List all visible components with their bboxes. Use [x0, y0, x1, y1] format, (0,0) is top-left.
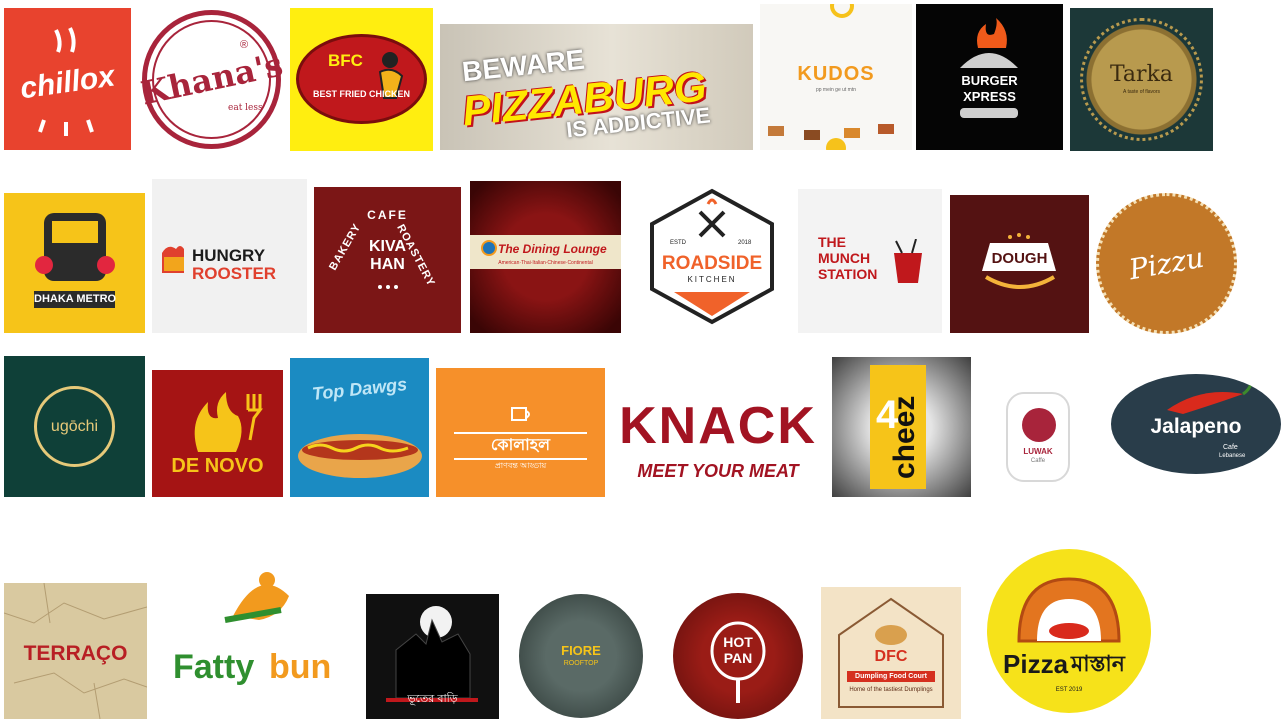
- bfc-name: BEST FRIED CHICKEN: [312, 89, 410, 99]
- kivahan-top: CAFE: [367, 208, 408, 222]
- terraco-wordmark: TERRAÇO: [23, 642, 128, 665]
- globe-icon: [481, 240, 497, 256]
- logo-roadside[interactable]: ESTD 2018 ROADSIDE KITCHEN: [644, 188, 780, 325]
- logo-bhoot[interactable]: ভূতের বাড়ি: [366, 594, 499, 719]
- jalapeno-wordmark: Jalapeno: [1150, 415, 1242, 438]
- luwak-sub: Caffe: [1030, 458, 1046, 464]
- jalapeno-sub1: Cafe: [1223, 444, 1238, 451]
- logo-topdawgs[interactable]: Top Dawgs: [290, 358, 429, 497]
- munchstation-line1: THE: [818, 234, 846, 250]
- munchstation-line2: MUNCH: [818, 250, 871, 266]
- pizzau-wordmark: Pizzu: [1126, 240, 1207, 287]
- noodle-box-icon: [894, 239, 922, 283]
- tarka-tagline: A taste of flavors: [1123, 89, 1160, 95]
- roadside-sub: KITCHEN: [687, 275, 737, 284]
- luwak-emblem: [1022, 408, 1056, 442]
- logo-kivahan[interactable]: CAFE BAKERY ROASTERY KIVA HAN: [314, 187, 461, 333]
- logo-fattybun[interactable]: Fatty bun: [163, 560, 339, 719]
- denovo-wordmark: DE NOVO: [171, 455, 264, 477]
- kivahan-name1: KIVA: [368, 238, 407, 255]
- logo-terraco[interactable]: TERRAÇO: [4, 583, 147, 719]
- logo-fiore[interactable]: FIORE ROOFTOP: [519, 594, 643, 718]
- fiore-sub: ROOFTOP: [563, 660, 599, 667]
- roadside-year: 2018: [738, 240, 752, 246]
- flame-fork-icon: [194, 392, 263, 452]
- hungryrooster-line1: HUNGRY: [192, 246, 266, 265]
- logo-dfc[interactable]: DFC Dumpling Food Court Home of the tast…: [821, 587, 961, 719]
- logo-dough[interactable]: DOUGH: [950, 195, 1089, 333]
- roadside-estd: ESTD: [670, 240, 687, 246]
- kudos-wordmark: KUDOS: [797, 63, 875, 85]
- pizzamastan-est: EST 2019: [1055, 687, 1083, 693]
- burgerxpress-line2: XPRESS: [963, 89, 1016, 104]
- logo-dininglounge[interactable]: The Dining Lounge American·Thai·Italian·…: [470, 181, 621, 333]
- roadside-name: ROADSIDE: [661, 253, 763, 274]
- dfc-tagline: Home of the tastiest Dumplings: [849, 687, 933, 693]
- ugochi-wordmark: ugōchi: [50, 418, 99, 435]
- logo-hotpan[interactable]: HOT PAN: [673, 593, 803, 719]
- logo-jalapeno[interactable]: Jalapeno Cafe Lebanese: [1111, 374, 1281, 474]
- burgerxpress-line1: BURGER: [961, 73, 1018, 88]
- kolahol-tagline: প্রাণবন্ত আড্ডায়: [494, 461, 547, 470]
- logo-4cheez[interactable]: 4 cheez: [832, 357, 971, 497]
- khanas-reg-mark: ®: [240, 39, 249, 51]
- kudos-tagline: pp mein ge ut mtn: [815, 87, 857, 93]
- tarka-wordmark: Tarka: [1109, 62, 1174, 87]
- pizzamastan-name2: মাস্তান: [1071, 651, 1125, 676]
- logo-ugochi[interactable]: ugōchi: [4, 356, 145, 497]
- fattybun-line1: Fatty: [173, 648, 255, 686]
- logo-denovo[interactable]: DE NOVO: [152, 370, 283, 497]
- bhoot-wordmark: ভূতের বাড়ি: [407, 693, 458, 705]
- pizzamastan-name1: Pizza: [1003, 649, 1069, 679]
- dininglounge-tagline: American·Thai·Italian·Chinese·Continenta…: [498, 260, 593, 266]
- logo-pizzau[interactable]: Pizzu: [1096, 193, 1237, 334]
- logo-munchstation[interactable]: THE MUNCH STATION: [798, 189, 942, 333]
- fiore-wordmark: FIORE: [561, 643, 601, 658]
- dhakametro-sign: DHAKA METRO: [34, 291, 116, 308]
- logo-chillox[interactable]: chillox: [4, 8, 131, 150]
- hotdog-icon: [298, 434, 422, 478]
- kivahan-stars-icon: [378, 285, 398, 289]
- hotpan-line1: HOT: [723, 634, 753, 650]
- logo-pizzaburg[interactable]: BEWARE PIZZABURG IS ADDICTIVE: [440, 24, 753, 150]
- khanas-tagline: eat less: [228, 103, 263, 113]
- bfc-abbr: BFC: [328, 51, 363, 70]
- kivahan-name2: HAN: [370, 256, 405, 273]
- logo-burgerxpress[interactable]: BURGER XPRESS: [916, 4, 1063, 150]
- dough-wordmark: DOUGH: [991, 250, 1048, 267]
- cheez-wordmark: cheez: [888, 395, 921, 479]
- logo-kolahol[interactable]: কোলাহল প্রাণবন্ত আড্ডায়: [436, 368, 605, 497]
- burger-mascot-icon: [224, 572, 289, 623]
- logo-hungryrooster[interactable]: HUNGRY ROOSTER: [152, 179, 307, 333]
- hotpan-line2: PAN: [723, 650, 753, 666]
- munchstation-line3: STATION: [818, 266, 878, 282]
- topdawgs-wordmark: Top Dawgs: [311, 374, 408, 404]
- luwak-wordmark: LUWAK: [1023, 447, 1053, 456]
- logo-pizzamastan[interactable]: Pizza মাস্তান EST 2019: [987, 549, 1151, 713]
- logo-bfc[interactable]: BFC BEST FRIED CHICKEN: [290, 8, 433, 151]
- logo-tarka[interactable]: Tarka A taste of flavors: [1070, 8, 1213, 151]
- knack-tagline: MEET YOUR MEAT: [637, 461, 799, 481]
- dfc-abbr: DFC: [874, 648, 908, 665]
- logo-luwak[interactable]: LUWAK Caffe: [1006, 392, 1070, 482]
- rooster-head-icon: [162, 246, 184, 273]
- logo-knack[interactable]: KNACK MEET YOUR MEAT: [618, 400, 818, 484]
- cup-icon: [511, 407, 530, 421]
- hungryrooster-line2: ROOSTER: [192, 264, 277, 283]
- kolahol-wordmark: কোলাহল: [454, 432, 587, 460]
- fattybun-line2: bun: [269, 648, 332, 686]
- dininglounge-name: The Dining Lounge: [498, 242, 607, 256]
- dfc-ribbon: Dumpling Food Court: [847, 671, 935, 682]
- logo-khanas[interactable]: Khana's ® eat less: [140, 8, 283, 151]
- logo-kudos[interactable]: KUDOS pp mein ge ut mtn: [760, 4, 912, 150]
- food-items-icon: [768, 124, 894, 150]
- knack-wordmark: KNACK: [619, 400, 817, 455]
- rickshaw-icon: [35, 213, 115, 281]
- logo-dhakametro[interactable]: DHAKA METRO: [4, 193, 145, 333]
- jalapeno-sub2: Lebanese: [1219, 453, 1246, 459]
